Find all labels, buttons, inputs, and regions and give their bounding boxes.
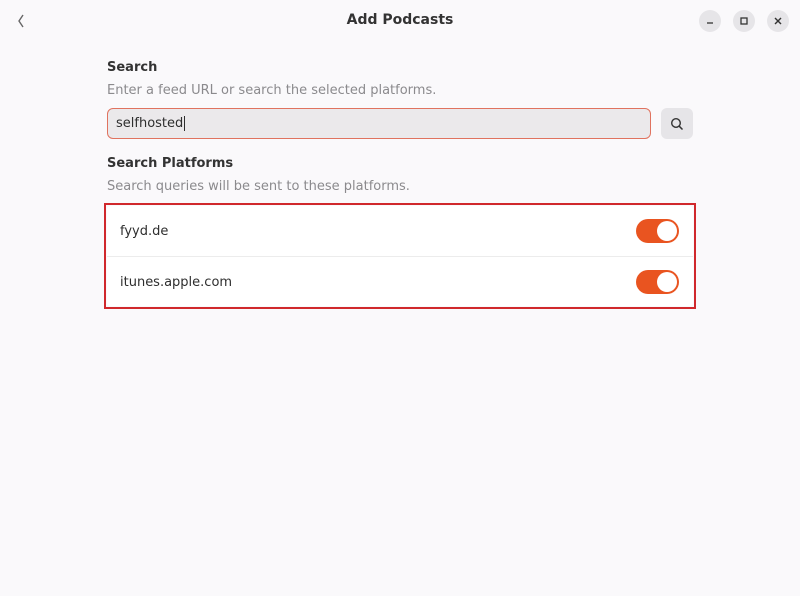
platforms-heading: Search Platforms (107, 156, 234, 171)
window-title: Add Podcasts (346, 12, 454, 28)
search-section: Search Enter a feed URL or search the se… (107, 60, 693, 98)
platforms-subtitle: Search queries will be sent to these pla… (107, 179, 410, 194)
minimize-button[interactable] (699, 10, 721, 32)
search-input[interactable]: selfhosted (107, 108, 651, 139)
maximize-button[interactable] (733, 10, 755, 32)
highlight-outline (104, 203, 696, 309)
search-button[interactable] (661, 108, 693, 139)
minimize-icon (707, 22, 713, 24)
header-bar: Add Podcasts (0, 0, 800, 42)
maximize-icon (740, 17, 748, 25)
search-row: selfhosted (107, 108, 693, 139)
text-caret (184, 116, 186, 131)
close-button[interactable] (767, 10, 789, 32)
search-subtitle: Enter a feed URL or search the selected … (107, 83, 437, 98)
search-icon (670, 117, 684, 130)
search-heading: Search (107, 60, 158, 75)
platforms-section: Search Platforms Search queries will be … (107, 156, 693, 194)
close-icon (774, 17, 782, 25)
search-input-value: selfhosted (116, 115, 184, 131)
